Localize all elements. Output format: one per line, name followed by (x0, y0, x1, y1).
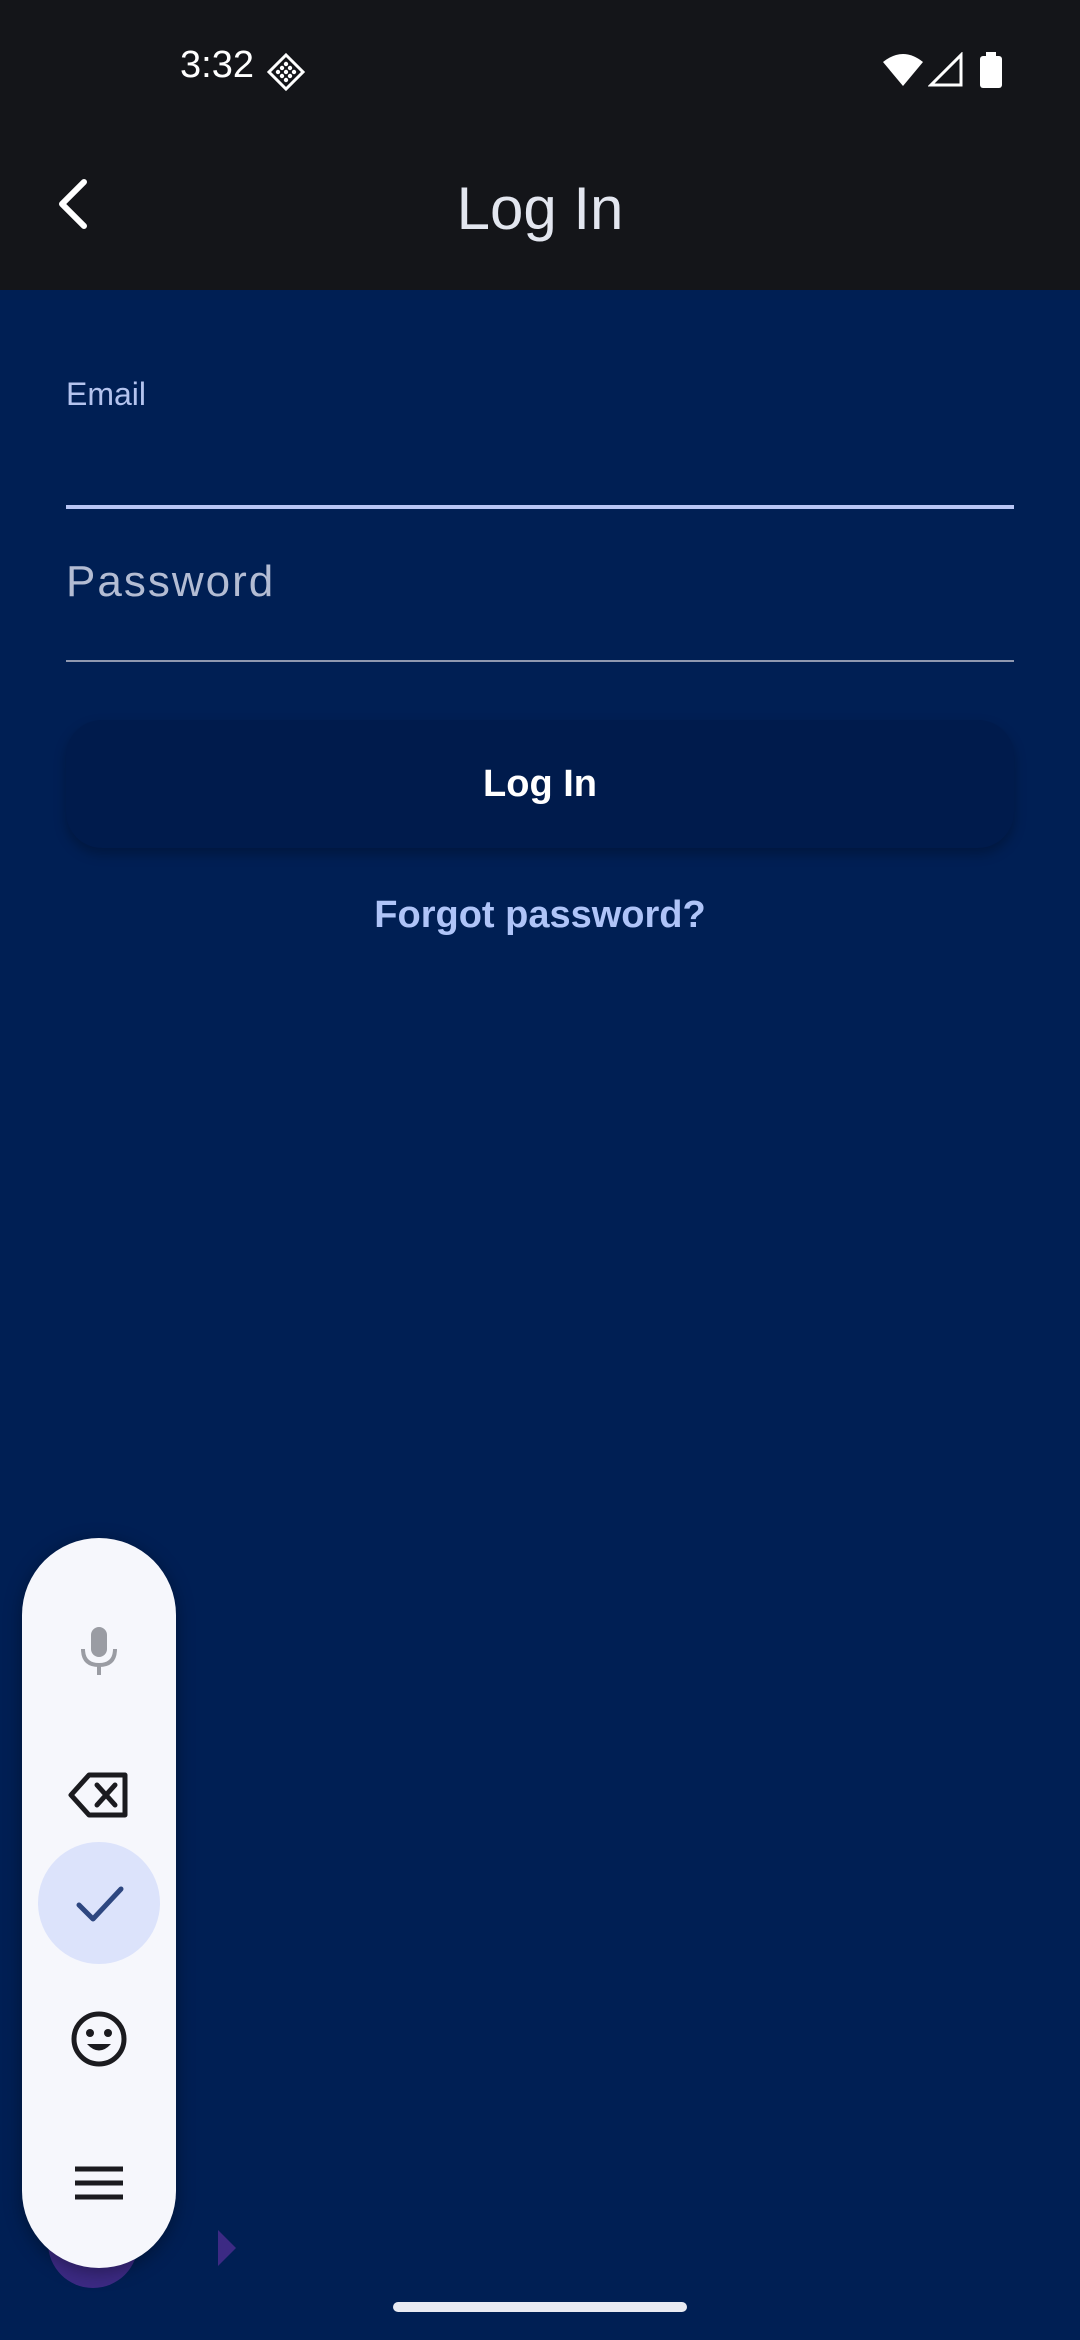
menu-icon (75, 2166, 123, 2200)
login-button[interactable]: Log In (66, 720, 1014, 848)
notification-icon (266, 52, 306, 92)
page-title: Log In (456, 175, 624, 242)
check-icon (76, 1886, 124, 1922)
email-field[interactable] (66, 410, 1014, 506)
password-field[interactable] (66, 550, 1014, 614)
done-button[interactable] (38, 1842, 160, 1964)
email-underline (66, 505, 1014, 509)
status-bar: 3:32 (0, 0, 1080, 140)
forgot-password-link[interactable]: Forgot password? (0, 894, 1080, 937)
voice-input-button[interactable] (38, 1590, 160, 1712)
menu-button[interactable] (38, 2122, 160, 2244)
emoji-button[interactable] (38, 1978, 160, 2100)
battery-icon (980, 52, 1002, 88)
signal-icon (928, 52, 963, 87)
app-bar: Log In (0, 140, 1080, 290)
backspace-icon (68, 1772, 128, 1818)
password-underline (66, 660, 1014, 662)
email-label: Email (66, 376, 147, 412)
wifi-icon (883, 54, 923, 86)
floating-keyboard-toolbar (22, 1538, 176, 2268)
navigation-handle[interactable] (393, 2302, 687, 2312)
emoji-icon (71, 2011, 127, 2067)
status-time: 3:32 (180, 44, 254, 86)
mic-icon (81, 1627, 117, 1675)
backspace-button[interactable] (38, 1734, 160, 1856)
bubble-arrow-icon (218, 2230, 236, 2266)
